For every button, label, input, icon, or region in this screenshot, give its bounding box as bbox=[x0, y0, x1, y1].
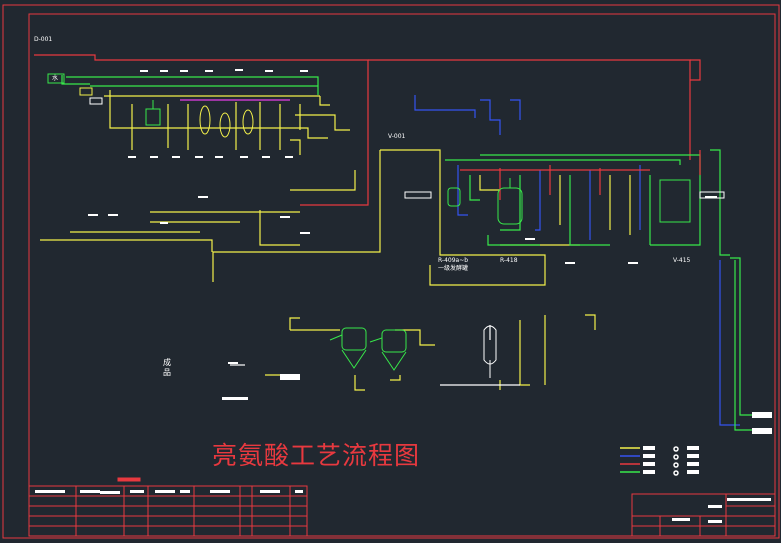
legend bbox=[620, 446, 699, 476]
v415-label: V-415 bbox=[673, 257, 691, 264]
equipment-table bbox=[28, 477, 308, 537]
v001-label: V-001 bbox=[388, 133, 406, 140]
product-vertical-label: 成品 bbox=[163, 358, 171, 377]
d001-label: D-001 bbox=[34, 36, 53, 43]
r409-sub-label: 一级发酵罐 bbox=[438, 265, 469, 272]
r409-label: R-409a~b bbox=[438, 257, 469, 264]
r418-label: R-418 bbox=[500, 257, 518, 264]
water-label: 水 bbox=[52, 75, 59, 82]
fermentation-equipment bbox=[404, 178, 725, 225]
drawing-title: 亮氨酸工艺流程图 bbox=[212, 441, 421, 470]
lower-equipment bbox=[329, 325, 497, 378]
